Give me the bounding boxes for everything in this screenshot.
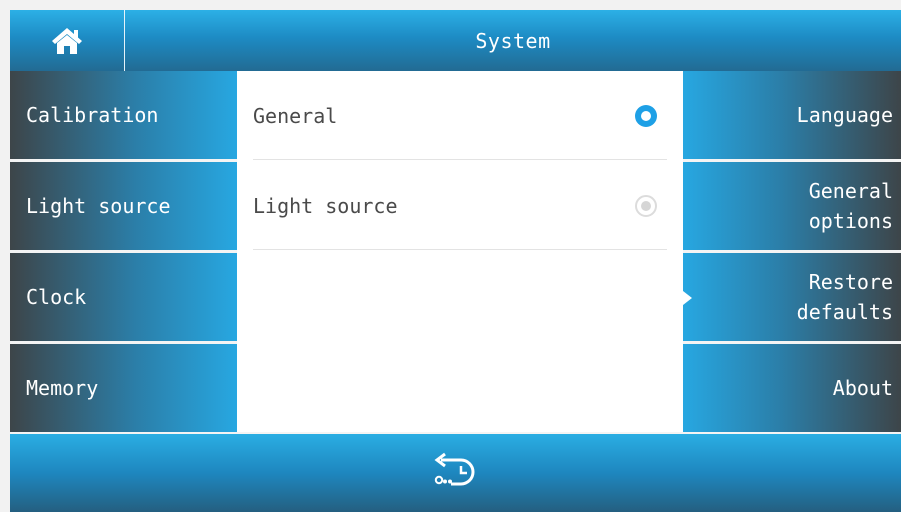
menu-clock[interactable]: Clock (10, 253, 237, 341)
menu-restore-defaults[interactable]: Restore defaults (683, 253, 901, 341)
menu-memory[interactable]: Memory (10, 344, 237, 432)
option-label: Light source (253, 193, 398, 218)
back-timer-icon (434, 452, 475, 486)
menu-light-source[interactable]: Light source (10, 162, 237, 250)
header-bar: System (10, 10, 901, 71)
option-label: General (253, 103, 338, 128)
left-menu: Calibration Light source Clock Memory (10, 71, 237, 432)
option-general[interactable]: General (253, 71, 667, 160)
menu-label: About (832, 376, 893, 400)
page-title: System (475, 28, 551, 53)
menu-label: General options (808, 179, 893, 233)
menu-label: Memory (26, 376, 99, 400)
menu-label: Light source (26, 194, 171, 218)
back-button[interactable] (425, 446, 485, 496)
menu-label: Language (796, 103, 893, 127)
footer-bar (10, 432, 901, 512)
home-icon (52, 27, 82, 54)
option-light-source[interactable]: Light source (253, 161, 667, 250)
radio-unselected[interactable] (635, 195, 657, 217)
screen: System Calibration Light source Clock Me… (0, 0, 901, 512)
options-panel: General Light source (237, 71, 683, 432)
menu-label: Calibration (26, 103, 159, 127)
radio-selected[interactable] (635, 105, 657, 127)
home-button[interactable] (10, 10, 125, 71)
right-menu: Language General options Restore default… (683, 71, 901, 432)
menu-language[interactable]: Language (683, 71, 901, 159)
menu-general-options[interactable]: General options (683, 162, 901, 250)
menu-label: Clock (26, 285, 87, 309)
menu-calibration[interactable]: Calibration (10, 71, 237, 159)
menu-label: Restore defaults (796, 270, 893, 324)
pointer-arrow-icon (683, 291, 692, 305)
menu-about[interactable]: About (683, 344, 901, 432)
